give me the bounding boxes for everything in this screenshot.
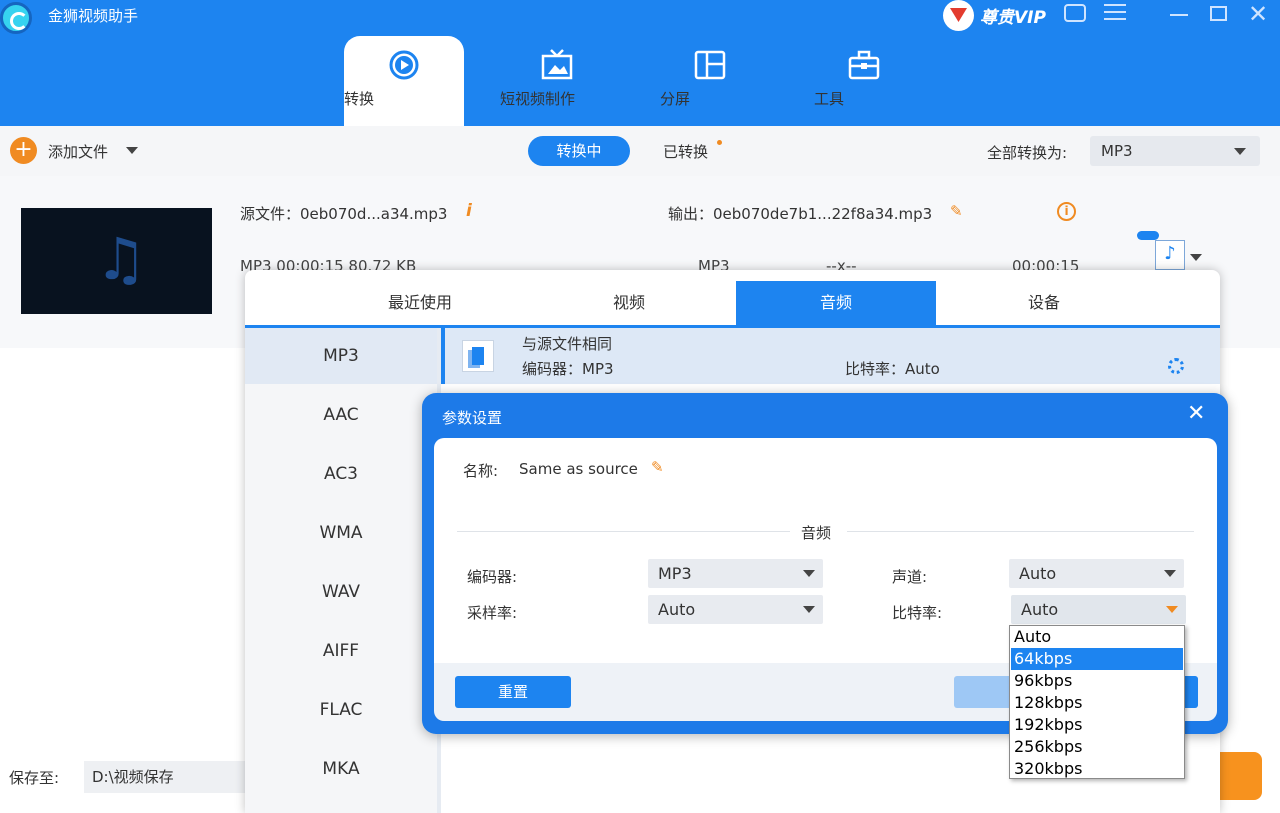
chevron-down-icon — [803, 570, 815, 577]
section-audio-title: 音频 — [801, 524, 832, 542]
tab-audio[interactable]: 音频 — [736, 281, 936, 325]
convert-all-label: 全部转换为: — [987, 144, 1068, 162]
tab-tools-label: 工具 — [814, 90, 845, 108]
maximize-icon[interactable] — [1210, 6, 1227, 21]
save-to-label: 保存至: — [9, 769, 60, 787]
chevron-down-icon — [1234, 148, 1246, 155]
vip-label[interactable]: 尊贵VIP — [980, 3, 1046, 28]
tab-converting[interactable]: 转换中 — [528, 136, 630, 166]
reset-button[interactable]: 重置 — [455, 676, 571, 708]
tab-recent[interactable]: 最近使用 — [320, 281, 520, 325]
tab-tools[interactable]: 工具 — [814, 36, 914, 126]
settings-badge-icon — [1137, 231, 1159, 240]
tab-split-screen-label: 分屏 — [660, 90, 691, 108]
name-label: 名称: — [463, 462, 499, 480]
tab-short-video-label: 短视频制作 — [500, 90, 576, 108]
encoder-value: MP3 — [658, 564, 692, 583]
output-format-icon[interactable]: ♪ — [1155, 240, 1185, 270]
channel-label: 声道: — [892, 568, 928, 586]
encoder-label: 编码器: — [467, 568, 518, 586]
edit-name-icon[interactable]: ✎ — [651, 458, 664, 476]
samplerate-label: 采样率: — [467, 604, 518, 622]
format-item-wav[interactable]: WAV — [245, 564, 437, 620]
bitrate-option-auto[interactable]: Auto — [1011, 626, 1183, 648]
app-header: 金狮视频助手 尊贵VIP ✕ 转换 短视频制作 分屏 工具 — [0, 0, 1280, 126]
close-icon[interactable]: ✕ — [1187, 403, 1205, 425]
new-dot-icon — [717, 140, 722, 145]
edit-output-icon[interactable]: ✎ — [950, 202, 963, 220]
music-note-icon: ♫ — [95, 225, 147, 293]
tab-convert[interactable]: 转换 — [344, 36, 464, 126]
add-file-button[interactable]: 添加文件 — [48, 141, 108, 162]
convert-all-format-select[interactable]: MP3 — [1090, 136, 1260, 166]
close-window-icon[interactable]: ✕ — [1248, 2, 1268, 26]
preset-encoder: 编码器：MP3 — [522, 360, 614, 378]
toolbox-icon — [848, 50, 880, 80]
samplerate-select[interactable]: Auto — [648, 595, 823, 624]
toolbar: + 添加文件 转换中 已转换 全部转换为: MP3 — [0, 126, 1280, 176]
tab-video[interactable]: 视频 — [529, 281, 729, 325]
format-item-aiff[interactable]: AIFF — [245, 623, 437, 679]
preset-file-icon — [462, 340, 494, 372]
format-item-mka[interactable]: MKA — [245, 741, 437, 797]
new-preset-button-edge — [1184, 676, 1198, 708]
section-divider-left — [457, 531, 790, 532]
bitrate-value: Auto — [1021, 600, 1059, 619]
channel-value: Auto — [1019, 564, 1057, 583]
tab-split-screen[interactable]: 分屏 — [660, 36, 760, 126]
preset-row[interactable]: 与源文件相同 编码器：MP3 比特率：Auto — [441, 328, 1220, 384]
bitrate-option-192kbps[interactable]: 192kbps — [1011, 714, 1183, 736]
convert-icon — [389, 50, 419, 80]
tab-device[interactable]: 设备 — [944, 281, 1144, 325]
bitrate-option-96kbps[interactable]: 96kbps — [1011, 670, 1183, 692]
bitrate-dropdown: Auto 64kbps 96kbps 128kbps 192kbps 256kb… — [1009, 625, 1185, 779]
samplerate-value: Auto — [658, 600, 696, 619]
save-path-field[interactable]: D:\视频保存 — [84, 761, 254, 793]
output-file-name: 输出：0eb070de7b1...22f8a34.mp3 — [668, 205, 933, 223]
app-title: 金狮视频助手 — [48, 7, 139, 25]
chevron-down-icon — [1166, 606, 1178, 613]
preset-title: 与源文件相同 — [522, 335, 613, 353]
gear-icon[interactable] — [1168, 358, 1184, 374]
bitrate-option-64kbps[interactable]: 64kbps — [1011, 648, 1183, 670]
format-item-ac3[interactable]: AC3 — [245, 446, 437, 502]
menu-icon[interactable] — [1104, 4, 1126, 20]
source-file-name: 源文件：0eb070d...a34.mp3 — [240, 205, 448, 223]
dialog-title: 参数设置 — [442, 409, 503, 427]
file-thumbnail[interactable]: ♫ — [21, 208, 212, 314]
info-icon[interactable]: i — [466, 201, 472, 221]
minimize-icon[interactable] — [1170, 14, 1188, 16]
vip-crown-icon[interactable] — [943, 0, 974, 31]
encoder-select[interactable]: MP3 — [648, 559, 823, 588]
tv-icon — [541, 49, 573, 80]
add-file-dropdown-icon[interactable] — [126, 147, 138, 154]
format-item-mp3[interactable]: MP3 — [245, 328, 437, 384]
bitrate-select[interactable]: Auto — [1011, 595, 1186, 624]
output-format-dropdown-icon[interactable] — [1190, 254, 1202, 261]
format-item-flac[interactable]: FLAC — [245, 682, 437, 738]
format-item-aac[interactable]: AAC — [245, 387, 437, 443]
bitrate-label: 比特率: — [892, 604, 943, 622]
tab-short-video[interactable]: 短视频制作 — [500, 36, 614, 126]
add-file-icon[interactable]: + — [10, 137, 37, 164]
tab-converted[interactable]: 已转换 — [663, 141, 708, 162]
bitrate-option-256kbps[interactable]: 256kbps — [1011, 736, 1183, 758]
chevron-down-icon — [1164, 570, 1176, 577]
split-screen-icon — [694, 50, 726, 80]
format-item-wma[interactable]: WMA — [245, 505, 437, 561]
preset-bitrate: 比特率：Auto — [845, 360, 940, 378]
chevron-down-icon — [803, 606, 815, 613]
bitrate-option-128kbps[interactable]: 128kbps — [1011, 692, 1183, 714]
tab-convert-label: 转换 — [344, 90, 375, 108]
channel-select[interactable]: Auto — [1009, 559, 1184, 588]
output-info-icon[interactable]: i — [1057, 202, 1076, 221]
bitrate-option-320kbps[interactable]: 320kbps — [1011, 758, 1183, 780]
format-list: MP3 AAC AC3 WMA WAV AIFF FLAC MKA — [245, 328, 437, 813]
section-divider-right — [847, 531, 1194, 532]
convert-all-format-value: MP3 — [1101, 142, 1133, 160]
app-logo-icon — [0, 2, 32, 34]
name-value: Same as source — [519, 460, 638, 478]
chat-icon[interactable] — [1064, 4, 1086, 22]
